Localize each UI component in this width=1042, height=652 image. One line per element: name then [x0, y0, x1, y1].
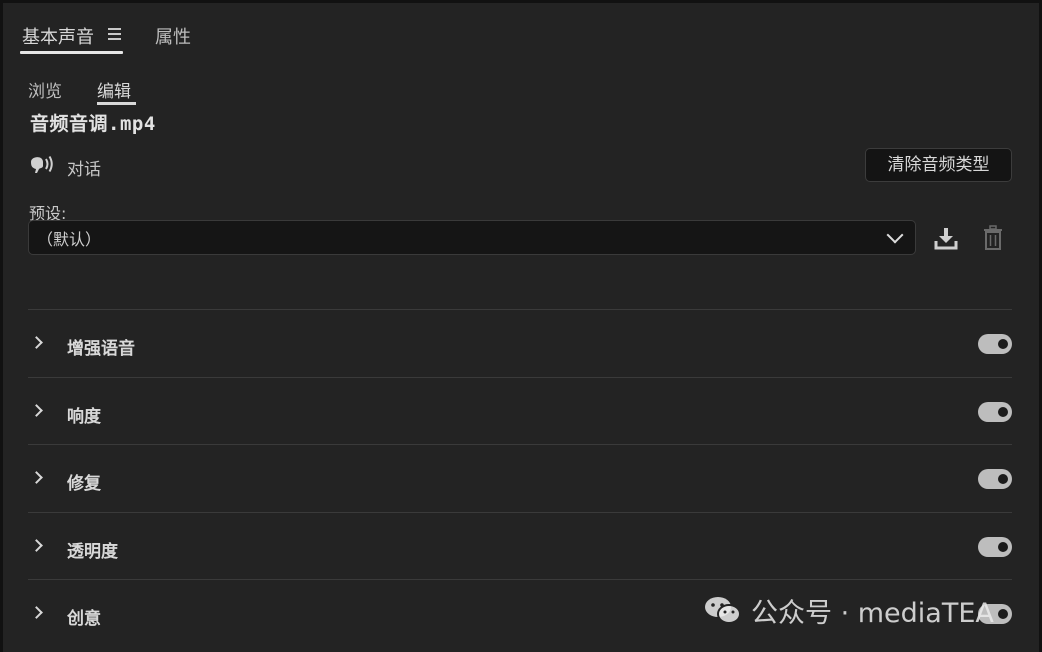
section-enhance-speech[interactable]: 增强语音: [28, 309, 1012, 377]
section-toggle[interactable]: [978, 469, 1012, 489]
preset-dropdown[interactable]: （默认）: [28, 220, 916, 255]
tab-essential-sound[interactable]: 基本声音: [20, 23, 123, 54]
subtab-browse-label: 浏览: [28, 82, 62, 102]
section-label: 修复: [67, 474, 101, 494]
chevron-down-icon: [886, 226, 904, 244]
wechat-icon: [705, 597, 741, 624]
chevron-right-icon[interactable]: [30, 471, 43, 484]
tab-essential-sound-label: 基本声音: [22, 27, 94, 48]
chevron-right-icon[interactable]: [30, 606, 43, 619]
tab-properties-label: 属性: [155, 27, 191, 48]
tab-properties[interactable]: 属性: [155, 23, 191, 49]
essential-sound-panel: 基本声音 属性 浏览 编辑 音频音调.mp4 对话 清除音频类型 预设: （默认…: [3, 3, 1039, 652]
trash-icon[interactable]: [983, 225, 1003, 251]
section-toggle[interactable]: [978, 401, 1012, 422]
dialogue-icon: [31, 155, 53, 173]
save-preset-icon[interactable]: [934, 226, 958, 250]
subtab-edit[interactable]: 编辑: [97, 77, 136, 105]
chevron-right-icon[interactable]: [30, 336, 43, 349]
chevron-right-icon[interactable]: [30, 403, 43, 417]
clear-audio-type-button[interactable]: 清除音频类型: [865, 148, 1012, 182]
subtab-edit-label: 编辑: [97, 82, 131, 102]
section-toggle[interactable]: [978, 536, 1012, 557]
active-subtab-indicator: [97, 102, 136, 105]
section-toggle[interactable]: [978, 334, 1012, 354]
section-label: 透明度: [67, 541, 118, 562]
chevron-right-icon[interactable]: [30, 538, 43, 552]
watermark: 公众号 · mediaTEA: [703, 585, 994, 635]
active-tab-indicator: [20, 51, 123, 54]
section-clarity[interactable]: 透明度: [28, 511, 1012, 580]
preset-value: （默认）: [37, 230, 102, 249]
clip-name: 音频音调.mp4: [30, 113, 156, 135]
section-label: 创意: [67, 609, 101, 629]
panel-menu-icon[interactable]: [108, 28, 121, 40]
watermark-text: 公众号 · mediaTEA: [751, 597, 994, 629]
section-repair[interactable]: 修复: [28, 444, 1012, 512]
subtab-browse[interactable]: 浏览: [28, 77, 62, 102]
section-label: 响度: [67, 406, 101, 427]
audio-type-label: 对话: [67, 160, 101, 180]
section-label: 增强语音: [67, 339, 135, 359]
section-loudness[interactable]: 响度: [28, 376, 1012, 445]
